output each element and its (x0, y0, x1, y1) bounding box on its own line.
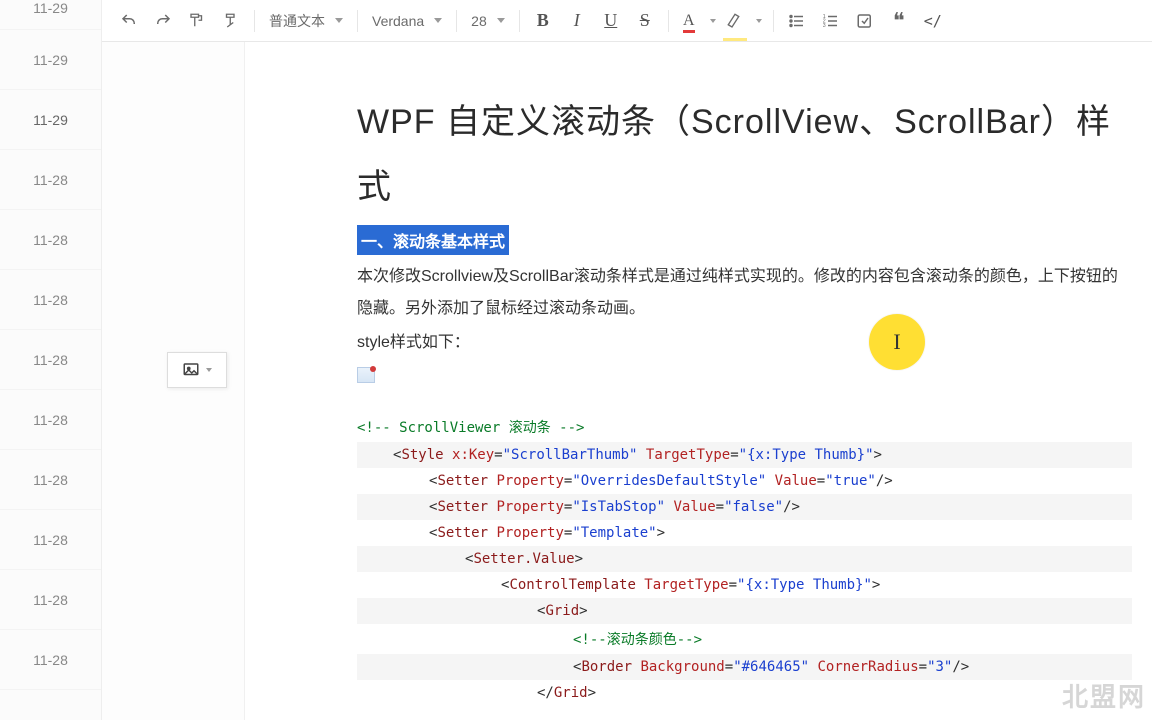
toolbar: 普通文本 Verdana 28 B I U S A (102, 0, 1152, 42)
sidebar-item[interactable]: 11-28 (0, 390, 101, 450)
code-line: <Border Background="#646465" CornerRadiu… (357, 654, 1132, 680)
chevron-down-icon (710, 19, 716, 23)
code-line: <Style x:Key="ScrollBarThumb" TargetType… (357, 442, 1132, 468)
toolbar-separator (254, 10, 255, 32)
font-color-dropdown[interactable] (703, 4, 721, 38)
sidebar-item-label: 11-28 (33, 532, 68, 548)
underline-button[interactable]: U (594, 4, 628, 38)
code-line: <Setter Property="IsTabStop" Value="fals… (357, 494, 1132, 520)
block-style-select[interactable]: 普通文本 (261, 4, 351, 38)
numbered-list-button[interactable]: 1 2 3 (814, 4, 848, 38)
sidebar-item-label: 11-28 (33, 412, 68, 428)
code-line: <Setter.Value> (357, 546, 1132, 572)
section-heading: 一、滚动条基本样式 (357, 225, 509, 255)
image-options-popover[interactable] (167, 352, 227, 388)
chevron-down-icon (497, 18, 505, 23)
code-line: <Setter Property="Template"> (357, 520, 1132, 546)
sidebar-item-label: 11-28 (33, 652, 68, 668)
document-title: WPF 自定义滚动条（ScrollView、ScrollBar）样式 (357, 90, 1132, 219)
sidebar-item[interactable]: 11-28 (0, 270, 101, 330)
editor-surface: WPF 自定义滚动条（ScrollView、ScrollBar）样式 一、滚动条… (102, 42, 1152, 720)
chevron-down-icon (756, 19, 762, 23)
clear-format-button[interactable] (214, 4, 248, 38)
chevron-down-icon (206, 368, 212, 372)
app-root: 11-29 11-29 11-29 11-28 11-28 11-28 11-28 11-28… (0, 0, 1152, 720)
sidebar-item-label: 11-28 (33, 172, 68, 188)
toolbar-separator (456, 10, 457, 32)
image-icon (182, 361, 200, 379)
sidebar-item-label: 11-28 (33, 472, 68, 488)
sidebar-item-label: 11-28 (33, 352, 68, 368)
toolbar-separator (357, 10, 358, 32)
format-painter-button[interactable] (180, 4, 214, 38)
editor-panel: 普通文本 Verdana 28 B I U S A (102, 0, 1152, 720)
code-line: <Setter Property="OverridesDefaultStyle"… (357, 468, 1132, 494)
sidebar-item[interactable]: 11-28 (0, 150, 101, 210)
sidebar-item[interactable]: 11-28 (0, 330, 101, 390)
code-line: <Grid> (357, 598, 1132, 624)
code-line: <ControlTemplate TargetType="{x:Type Thu… (357, 572, 1132, 598)
svg-text:3: 3 (823, 23, 826, 29)
sidebar-item-label: 11-29 (33, 0, 68, 16)
sidebar-item-label: 11-28 (33, 592, 68, 608)
sidebar-item[interactable]: 11-28 (0, 510, 101, 570)
italic-button[interactable]: I (560, 4, 594, 38)
sidebar-item-label: 11-28 (33, 232, 68, 248)
paragraph: 本次修改Scrollview及ScrollBar滚动条样式是通过纯样式实现的。修… (357, 261, 1132, 325)
redo-button[interactable] (146, 4, 180, 38)
font-color-icon: A (683, 12, 695, 30)
editor-gutter (102, 42, 245, 720)
sidebar-item[interactable]: 11-28 (0, 210, 101, 270)
chevron-down-icon (434, 18, 442, 23)
sidebar-item[interactable]: 11-28 (0, 570, 101, 630)
undo-button[interactable] (112, 4, 146, 38)
strikethrough-button[interactable]: S (628, 4, 662, 38)
font-family-select[interactable]: Verdana (364, 4, 450, 38)
sidebar-item[interactable]: 11-29 (0, 90, 101, 150)
code-block-button[interactable]: </ (916, 4, 950, 38)
font-size-label: 28 (471, 13, 487, 29)
sidebar-item-label: 11-29 (33, 112, 68, 128)
highlighter-icon (726, 12, 744, 30)
font-color-button[interactable]: A (675, 4, 703, 38)
document[interactable]: WPF 自定义滚动条（ScrollView、ScrollBar）样式 一、滚动条… (245, 42, 1152, 720)
sidebar-item[interactable]: 11-29 (0, 30, 101, 90)
toolbar-separator (519, 10, 520, 32)
font-family-label: Verdana (372, 13, 424, 29)
code-line: </Grid> (357, 680, 1132, 706)
broken-image-icon (357, 367, 375, 383)
sidebar-item-label: 11-28 (33, 292, 68, 308)
sidebar-item[interactable]: 11-28 (0, 450, 101, 510)
sidebar-item[interactable]: 11-29 (0, 0, 101, 30)
code-block: <!-- ScrollViewer 滚动条 --><Style x:Key="S… (357, 412, 1132, 706)
sidebar-item-label: 11-29 (33, 52, 68, 68)
code-line: <!--滚动条颜色--> (357, 624, 1132, 654)
sidebar-item[interactable]: 11-28 (0, 630, 101, 690)
toolbar-separator (773, 10, 774, 32)
blockquote-button[interactable]: ❝ (882, 4, 916, 38)
checklist-button[interactable] (848, 4, 882, 38)
chevron-down-icon (335, 18, 343, 23)
block-style-label: 普通文本 (269, 11, 325, 31)
toolbar-separator (668, 10, 669, 32)
code-line: <!-- ScrollViewer 滚动条 --> (357, 412, 1132, 442)
bold-button[interactable]: B (526, 4, 560, 38)
highlight-dropdown[interactable] (749, 4, 767, 38)
highlight-button[interactable] (721, 4, 749, 38)
paragraph: style样式如下： (357, 327, 1132, 359)
sidebar: 11-29 11-29 11-29 11-28 11-28 11-28 11-28 11-28… (0, 0, 102, 720)
font-size-select[interactable]: 28 (463, 4, 513, 38)
bullet-list-button[interactable] (780, 4, 814, 38)
